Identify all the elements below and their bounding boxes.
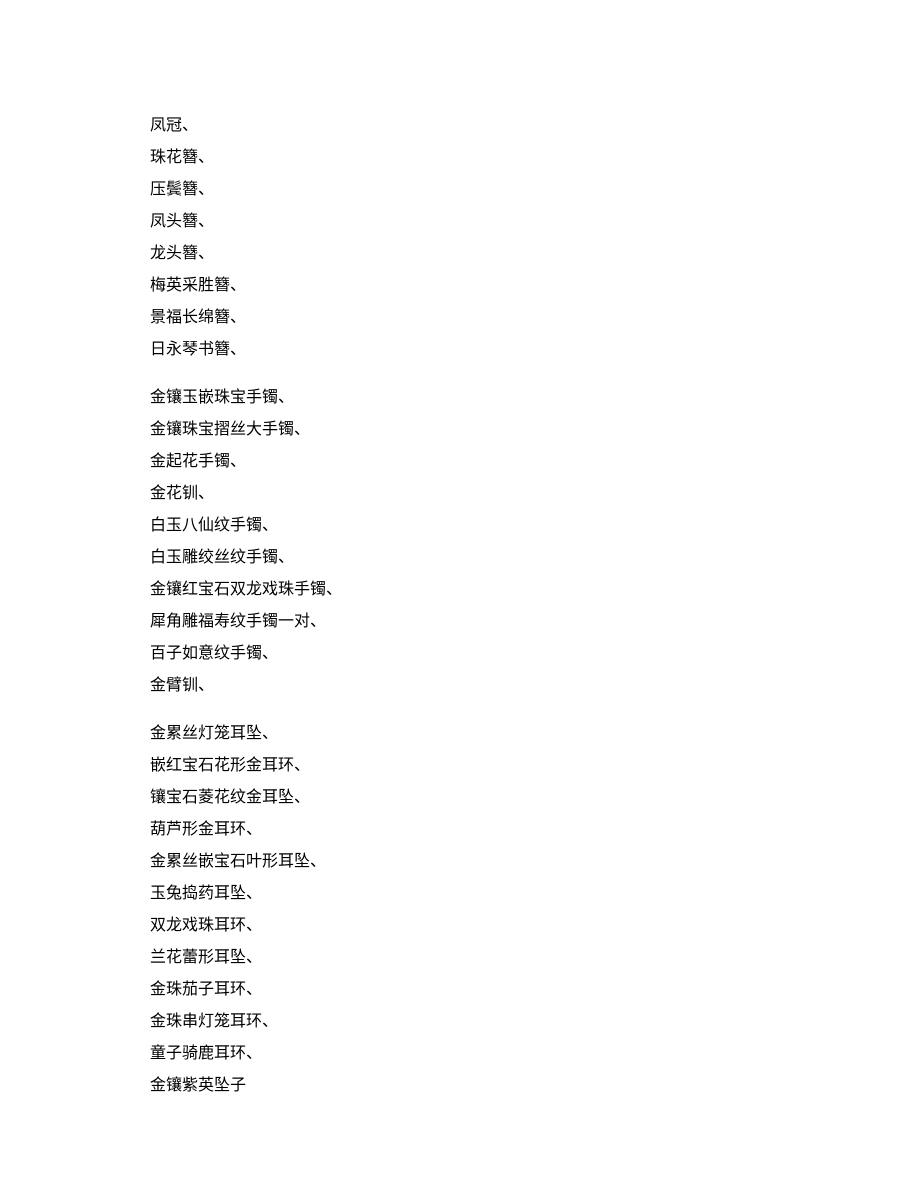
text-line: 白玉雕绞丝纹手镯、 xyxy=(150,542,920,574)
text-line: 镶宝石菱花纹金耳坠、 xyxy=(150,782,920,814)
text-line: 金镶珠宝摺丝大手镯、 xyxy=(150,414,920,446)
group-3: 金累丝灯笼耳坠、 嵌红宝石花形金耳环、 镶宝石菱花纹金耳坠、 葫芦形金耳环、 金… xyxy=(150,718,920,1102)
text-line: 压鬓簪、 xyxy=(150,174,920,206)
text-line: 百子如意纹手镯、 xyxy=(150,638,920,670)
text-line: 白玉八仙纹手镯、 xyxy=(150,510,920,542)
text-line: 金镶紫英坠子 xyxy=(150,1070,920,1102)
text-line: 金镶玉嵌珠宝手镯、 xyxy=(150,382,920,414)
text-line: 景福长绵簪、 xyxy=(150,302,920,334)
text-line: 金珠茄子耳环、 xyxy=(150,974,920,1006)
text-line: 兰花蕾形耳坠、 xyxy=(150,942,920,974)
text-line: 金珠串灯笼耳环、 xyxy=(150,1006,920,1038)
text-line: 凤头簪、 xyxy=(150,206,920,238)
text-line: 嵌红宝石花形金耳环、 xyxy=(150,750,920,782)
text-line: 双龙戏珠耳环、 xyxy=(150,910,920,942)
group-2: 金镶玉嵌珠宝手镯、 金镶珠宝摺丝大手镯、 金起花手镯、 金花钏、 白玉八仙纹手镯… xyxy=(150,382,920,702)
text-line: 犀角雕福寿纹手镯一对、 xyxy=(150,606,920,638)
text-line: 珠花簪、 xyxy=(150,142,920,174)
text-line: 金镶红宝石双龙戏珠手镯、 xyxy=(150,574,920,606)
text-line: 葫芦形金耳环、 xyxy=(150,814,920,846)
text-line: 金臂钏、 xyxy=(150,670,920,702)
text-line: 金累丝灯笼耳坠、 xyxy=(150,718,920,750)
text-line: 金累丝嵌宝石叶形耳坠、 xyxy=(150,846,920,878)
text-line: 金花钏、 xyxy=(150,478,920,510)
group-1: 凤冠、 珠花簪、 压鬓簪、 凤头簪、 龙头簪、 梅英采胜簪、 景福长绵簪、 日永… xyxy=(150,110,920,366)
text-line: 日永琴书簪、 xyxy=(150,334,920,366)
text-line: 梅英采胜簪、 xyxy=(150,270,920,302)
text-line: 金起花手镯、 xyxy=(150,446,920,478)
document-page: 凤冠、 珠花簪、 压鬓簪、 凤头簪、 龙头簪、 梅英采胜簪、 景福长绵簪、 日永… xyxy=(0,0,920,1191)
text-line: 玉兔捣药耳坠、 xyxy=(150,878,920,910)
text-line: 龙头簪、 xyxy=(150,238,920,270)
text-line: 凤冠、 xyxy=(150,110,920,142)
text-line: 童子骑鹿耳环、 xyxy=(150,1038,920,1070)
